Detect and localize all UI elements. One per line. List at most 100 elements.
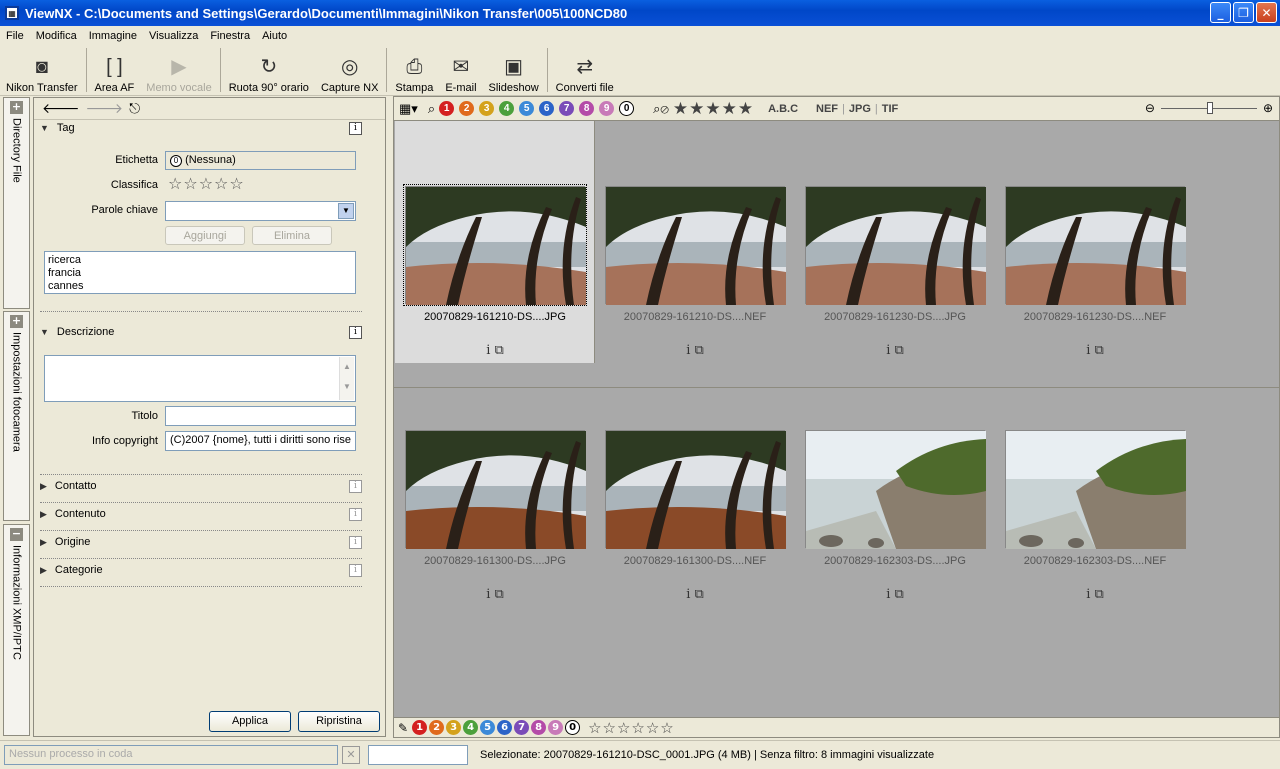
info-icon[interactable]: i bbox=[886, 587, 890, 602]
label-5-button[interactable]: 5 bbox=[519, 101, 535, 116]
grid-view-icon[interactable]: ▦▾ bbox=[399, 101, 418, 117]
thumbnail-image[interactable] bbox=[405, 430, 586, 549]
set-label-1[interactable]: 1 bbox=[412, 720, 428, 735]
categorie-section-header[interactable]: ▶ Categorie i bbox=[40, 563, 362, 577]
nikon-transfer-button[interactable]: ◙ Nikon Transfer bbox=[0, 46, 84, 94]
tab-directory-file[interactable]: + Directory File bbox=[3, 97, 30, 309]
close-button[interactable]: ✕ bbox=[1256, 2, 1277, 23]
minimize-button[interactable]: _ bbox=[1210, 2, 1231, 23]
export-icon[interactable]: ⎋ bbox=[129, 101, 140, 117]
add-keyword-button[interactable]: Aggiungi bbox=[165, 226, 245, 245]
etichetta-field[interactable]: 0 (Nessuna) bbox=[165, 151, 356, 170]
label-6-button[interactable]: 6 bbox=[539, 101, 555, 116]
info-icon[interactable]: i bbox=[349, 535, 362, 549]
info-icon[interactable]: i bbox=[486, 587, 490, 602]
info-icon[interactable]: i bbox=[1086, 587, 1090, 602]
cancel-process-icon[interactable]: ✕ bbox=[342, 746, 360, 764]
back-icon[interactable]: 🡐 bbox=[42, 100, 80, 117]
label-2-button[interactable]: 2 bbox=[459, 101, 475, 116]
voice-memo-button[interactable]: ▶ Memo vocale bbox=[140, 46, 217, 94]
info-icon[interactable]: i bbox=[349, 479, 362, 493]
contatto-section-header[interactable]: ▶ Contatto i bbox=[40, 479, 362, 493]
tab-impostazioni-fotocamera[interactable]: + Impostazioni fotocamera bbox=[3, 311, 30, 521]
thumbnail-image[interactable] bbox=[605, 186, 786, 305]
keywords-dropdown[interactable]: ▼ bbox=[165, 201, 356, 221]
rating-filter-stars[interactable]: ★★★★★ bbox=[673, 99, 754, 119]
info-icon[interactable]: i bbox=[349, 563, 362, 577]
menu-modifica[interactable]: Modifica bbox=[30, 30, 83, 42]
keyword-item[interactable]: ricerca bbox=[48, 254, 352, 267]
sidecar-icon[interactable]: ⧉ bbox=[495, 343, 504, 358]
info-icon[interactable]: i bbox=[486, 343, 490, 358]
set-label-6[interactable]: 6 bbox=[497, 720, 513, 735]
format-tif-button[interactable]: TIF bbox=[882, 103, 899, 115]
pencil-icon[interactable]: ✎ bbox=[398, 721, 408, 735]
contenuto-section-header[interactable]: ▶ Contenuto i bbox=[40, 507, 362, 521]
label-3-button[interactable]: 3 bbox=[479, 101, 495, 116]
info-icon[interactable]: i bbox=[1086, 343, 1090, 358]
info-icon[interactable]: i bbox=[686, 587, 690, 602]
titolo-field[interactable] bbox=[165, 406, 356, 426]
thumbnail-image[interactable] bbox=[1005, 186, 1186, 305]
origine-section-header[interactable]: ▶ Origine i bbox=[40, 535, 362, 549]
set-rating-stars[interactable]: ☆☆☆☆☆☆ bbox=[588, 719, 675, 737]
af-area-button[interactable]: [ ] Area AF bbox=[89, 46, 141, 94]
label-0-button[interactable]: 0 bbox=[619, 101, 635, 116]
zoom-slider[interactable]: ⊖ ⊕ bbox=[1145, 101, 1273, 115]
menu-aiuto[interactable]: Aiuto bbox=[256, 30, 293, 42]
format-nef-button[interactable]: NEF bbox=[816, 103, 838, 115]
thumbnail-cell[interactable]: 20070829-161210-DS....NEF i ⧉ bbox=[595, 121, 795, 363]
label-4-button[interactable]: 4 bbox=[499, 101, 515, 116]
scrollbar[interactable]: ▲ ▼ bbox=[339, 357, 354, 400]
process-queue-dropdown[interactable]: Nessun processo in coda bbox=[4, 745, 338, 765]
set-label-9[interactable]: 9 bbox=[548, 720, 564, 735]
tab-informazioni-xmp[interactable]: − Informazioni XMP/IPTC bbox=[3, 524, 30, 736]
slideshow-button[interactable]: ▣ Slideshow bbox=[483, 46, 545, 94]
capture-nx-button[interactable]: ◎ Capture NX bbox=[315, 46, 384, 94]
label-9-button[interactable]: 9 bbox=[599, 101, 615, 116]
label-1-button[interactable]: 1 bbox=[439, 101, 455, 116]
keywords-list[interactable]: ricerca francia cannes bbox=[44, 251, 356, 294]
set-label-3[interactable]: 3 bbox=[446, 720, 462, 735]
label-filter-icon[interactable]: ⌕ bbox=[428, 101, 435, 117]
convert-button[interactable]: ⇄ Converti file bbox=[550, 46, 620, 94]
info-icon[interactable]: i bbox=[886, 343, 890, 358]
set-label-4[interactable]: 4 bbox=[463, 720, 479, 735]
thumbnail-image[interactable] bbox=[1005, 430, 1186, 549]
maximize-button[interactable]: ❐ bbox=[1233, 2, 1254, 23]
thumbnail-cell[interactable]: 20070829-161300-DS....JPG i ⧉ bbox=[395, 365, 595, 607]
info-icon[interactable]: i bbox=[349, 325, 362, 339]
email-button[interactable]: ✉ E-mail bbox=[439, 46, 482, 94]
keyword-item[interactable]: cannes bbox=[48, 280, 352, 293]
reset-button[interactable]: Ripristina bbox=[298, 711, 380, 732]
label-8-button[interactable]: 8 bbox=[579, 101, 595, 116]
thumbnail-image[interactable] bbox=[605, 430, 786, 549]
set-label-7[interactable]: 7 bbox=[514, 720, 530, 735]
zoom-out-icon[interactable]: ⊖ bbox=[1145, 101, 1155, 115]
format-jpg-button[interactable]: JPG bbox=[849, 103, 871, 115]
forward-icon[interactable]: 🡒 bbox=[86, 100, 124, 117]
rating-filter-icon[interactable]: ⌕⊘ bbox=[653, 101, 669, 117]
rotate-button[interactable]: ↻ Ruota 90° orario bbox=[223, 46, 315, 94]
sidecar-icon[interactable]: ⧉ bbox=[1095, 343, 1104, 358]
sidecar-icon[interactable]: ⧉ bbox=[1095, 587, 1104, 602]
keyword-item[interactable]: francia bbox=[48, 267, 352, 280]
thumbnail-image[interactable] bbox=[805, 430, 986, 549]
text-filter-button[interactable]: A.B.C bbox=[768, 103, 798, 115]
thumbnail-image[interactable] bbox=[403, 184, 587, 306]
menu-immagine[interactable]: Immagine bbox=[83, 30, 143, 42]
thumbnail-cell[interactable]: 20070829-161300-DS....NEF i ⧉ bbox=[595, 365, 795, 607]
thumbnail-cell[interactable]: 20070829-162303-DS....NEF i ⧉ bbox=[995, 365, 1195, 607]
sidecar-icon[interactable]: ⧉ bbox=[695, 343, 704, 358]
thumbnail-cell[interactable]: 20070829-161230-DS....NEF i ⧉ bbox=[995, 121, 1195, 363]
copyright-field[interactable]: (C)2007 {nome}, tutti i diritti sono ris… bbox=[165, 431, 356, 451]
menu-finestra[interactable]: Finestra bbox=[204, 30, 256, 42]
sidecar-icon[interactable]: ⧉ bbox=[895, 587, 904, 602]
apply-button[interactable]: Applica bbox=[209, 711, 291, 732]
thumbnail-cell[interactable]: 20070829-161230-DS....JPG i ⧉ bbox=[795, 121, 995, 363]
thumbnail-image[interactable] bbox=[805, 186, 986, 305]
chevron-down-icon[interactable]: ▼ bbox=[338, 203, 354, 219]
set-label-2[interactable]: 2 bbox=[429, 720, 445, 735]
rating-stars[interactable]: ☆☆☆☆☆ bbox=[168, 174, 245, 193]
sidecar-icon[interactable]: ⧉ bbox=[495, 587, 504, 602]
